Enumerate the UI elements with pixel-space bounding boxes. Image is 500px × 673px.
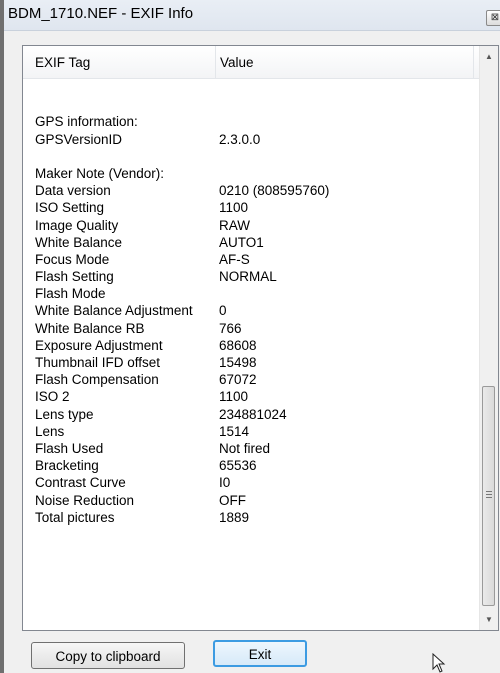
exif-tag-cell: Flash Used bbox=[35, 440, 104, 456]
list-header: EXIF Tag Value bbox=[23, 46, 479, 79]
list-item[interactable]: Image Quality RAW bbox=[23, 217, 479, 234]
exif-value-cell: 1514 bbox=[219, 423, 250, 439]
column-header-exif-tag[interactable]: EXIF Tag bbox=[35, 46, 213, 79]
exif-value-cell: 1100 bbox=[219, 200, 249, 216]
list-item[interactable]: Flash Compensation 67072 bbox=[23, 371, 479, 388]
list-item[interactable]: Maker Note (Vendor): bbox=[23, 165, 479, 182]
list-item[interactable]: Lens 1514 bbox=[23, 423, 479, 440]
exif-tag-cell: Thumbnail IFD offset bbox=[35, 355, 161, 370]
list-item[interactable]: Exposure Adjustment 68608 bbox=[23, 337, 479, 354]
thumb-grip bbox=[486, 497, 492, 498]
exif-value-cell: NORMAL bbox=[219, 269, 277, 285]
exif-tag-cell: Bracketing bbox=[35, 458, 99, 474]
list-item[interactable] bbox=[23, 96, 479, 113]
exif-tag-cell: GPS information: bbox=[35, 114, 138, 130]
title-bar[interactable]: BDM_1710.NEF - EXIF Info ⊠ bbox=[4, 0, 500, 31]
list-item[interactable]: Flash Used Not fired bbox=[23, 440, 479, 457]
exif-tag-cell: Data version bbox=[35, 183, 111, 199]
list-item[interactable]: Contrast Curve I0 bbox=[23, 474, 479, 491]
exif-tag-cell: Noise Reduction bbox=[35, 492, 135, 508]
list-item[interactable] bbox=[23, 79, 479, 96]
list-rows: GPS information: GPSVersionID 2.3.0.0 Maker… bbox=[23, 79, 479, 526]
exif-tag-cell: White Balance bbox=[35, 234, 123, 250]
list-item[interactable]: Thumbnail IFD offset 15498 bbox=[23, 354, 479, 371]
column-divider[interactable] bbox=[473, 46, 474, 79]
list-item[interactable]: White Balance AUTO1 bbox=[23, 234, 479, 251]
exif-value-cell: 1100 bbox=[219, 389, 249, 405]
list-item[interactable]: Flash Mode bbox=[23, 285, 479, 302]
list-item[interactable]: GPS information: bbox=[23, 113, 479, 130]
list-item[interactable]: Bracketing 65536 bbox=[23, 457, 479, 474]
exif-value-cell: 766 bbox=[219, 320, 242, 336]
exif-tag-cell: Contrast Curve bbox=[35, 475, 126, 491]
exif-tag-cell: Maker Note (Vendor): bbox=[35, 165, 165, 181]
close-icon[interactable]: ⊠ bbox=[486, 10, 500, 26]
exif-tag-cell: GPSVersionID bbox=[35, 131, 123, 147]
column-header-value[interactable]: Value bbox=[215, 46, 475, 79]
list-item[interactable]: ISO 2 1100 bbox=[23, 388, 479, 405]
exif-tag-cell: Flash Setting bbox=[35, 269, 114, 285]
list-item[interactable]: GPSVersionID 2.3.0.0 bbox=[23, 131, 479, 148]
exif-info-window: BDM_1710.NEF - EXIF Info ⊠ EXIF Tag Valu… bbox=[4, 0, 500, 673]
exif-value-cell: OFF bbox=[219, 492, 246, 508]
scroll-thumb[interactable] bbox=[482, 386, 495, 606]
exif-value-cell: 2.3.0.0 bbox=[219, 131, 261, 147]
exif-tag-cell: Total pictures bbox=[35, 509, 115, 525]
exif-tag-cell: ISO 2 bbox=[35, 389, 70, 405]
exit-button[interactable]: Exit bbox=[213, 640, 307, 667]
list-item[interactable]: Data version 0210 (808595760) bbox=[23, 182, 479, 199]
scroll-up-icon[interactable]: ▲ bbox=[480, 48, 498, 65]
list-item[interactable]: Lens type 234881024 bbox=[23, 406, 479, 423]
list-item[interactable]: Focus Mode AF-S bbox=[23, 251, 479, 268]
exif-list[interactable]: EXIF Tag Value GPS information: GPSVersio… bbox=[22, 45, 499, 631]
exif-value-cell: RAW bbox=[219, 217, 250, 233]
list-item[interactable]: Total pictures 1889 bbox=[23, 509, 479, 526]
exif-value-cell: 67072 bbox=[219, 372, 257, 388]
copy-to-clipboard-button[interactable]: Copy to clipboard bbox=[31, 642, 185, 669]
list-item[interactable]: White Balance RB 766 bbox=[23, 320, 479, 337]
exif-tag-cell: White Balance Adjustment bbox=[35, 303, 193, 319]
exif-tag-cell: White Balance RB bbox=[35, 320, 145, 336]
window-title: BDM_1710.NEF - EXIF Info bbox=[8, 5, 194, 22]
exif-tag-cell: Lens type bbox=[35, 406, 94, 422]
exif-value-cell: 0 bbox=[219, 303, 227, 319]
list-item[interactable] bbox=[23, 148, 479, 165]
exif-value-cell: AF-S bbox=[219, 251, 250, 267]
list-item[interactable]: ISO Setting 1100 bbox=[23, 199, 479, 216]
exif-value-cell: 234881024 bbox=[219, 406, 287, 422]
exif-value-cell: Not fired bbox=[219, 440, 271, 456]
mouse-cursor-icon bbox=[432, 653, 446, 673]
exif-tag-cell: ISO Setting bbox=[35, 200, 105, 216]
exif-value-cell: 65536 bbox=[219, 458, 257, 474]
exif-value-cell: AUTO1 bbox=[219, 234, 264, 250]
exif-tag-cell: Focus Mode bbox=[35, 251, 110, 267]
exif-tag-cell: Flash Mode bbox=[35, 286, 106, 302]
thumb-grip bbox=[486, 491, 492, 492]
exif-value-cell: 0210 (808595760) bbox=[219, 183, 330, 199]
exif-tag-cell: Exposure Adjustment bbox=[35, 337, 163, 353]
thumb-grip bbox=[486, 494, 492, 495]
exif-tag-cell: Lens bbox=[35, 423, 65, 439]
vertical-scrollbar[interactable]: ▲ ▼ bbox=[479, 46, 498, 630]
list-item[interactable]: White Balance Adjustment 0 bbox=[23, 302, 479, 319]
exif-value-cell: 68608 bbox=[219, 337, 257, 353]
list-item[interactable]: Noise Reduction OFF bbox=[23, 492, 479, 509]
exif-value-cell: I0 bbox=[219, 475, 231, 491]
exif-value-cell: 15498 bbox=[219, 355, 257, 370]
scroll-down-icon[interactable]: ▼ bbox=[480, 611, 498, 628]
exif-tag-cell: Flash Compensation bbox=[35, 372, 159, 388]
exif-value-cell: 1889 bbox=[219, 509, 250, 525]
list-item[interactable]: Flash Setting NORMAL bbox=[23, 268, 479, 285]
exif-tag-cell: Image Quality bbox=[35, 217, 119, 233]
